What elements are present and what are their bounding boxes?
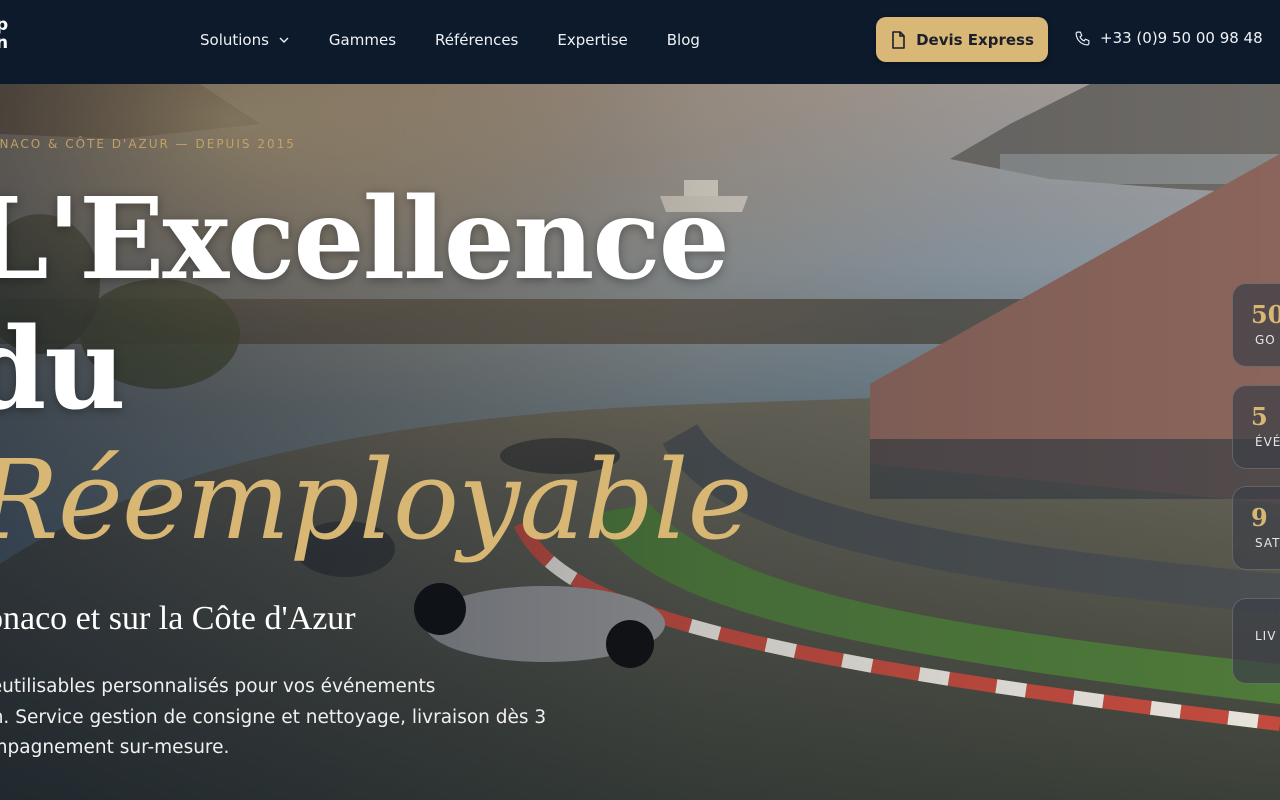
devis-express-button[interactable]: Devis Express: [876, 17, 1048, 62]
logo[interactable]: p n: [0, 16, 8, 52]
stat-card-4: LIV: [1232, 598, 1280, 684]
hero-section: ONACO & CÔTE D'AZUR — DEPUIS 2015 L'Exce…: [0, 84, 1280, 800]
nav-link-gammes[interactable]: Gammes: [329, 31, 396, 49]
hero-subtitle: onaco et sur la Côte d'Azur: [0, 600, 356, 637]
phone-link[interactable]: +33 (0)9 50 00 98 48: [1074, 29, 1263, 47]
phone-icon: [1075, 31, 1090, 45]
top-navigation: p n Solutions Gammes Références Expertis…: [0, 0, 1280, 84]
hero-title-line-1: L'Excellence: [0, 174, 730, 305]
hero-description: s réutilisables personnalisés pour vos é…: [0, 676, 547, 758]
hero-kicker: ONACO & CÔTE D'AZUR — DEPUIS 2015: [0, 137, 296, 151]
nav-link-blog[interactable]: Blog: [667, 31, 700, 49]
nav-link-solutions[interactable]: Solutions: [200, 31, 290, 49]
document-icon: [892, 30, 905, 49]
nav-links: Solutions Gammes Références Expertise Bl…: [200, 0, 739, 80]
stat-card-1: 50 GO: [1232, 283, 1280, 367]
chevron-down-icon: [279, 37, 289, 43]
stat-card-2: 5 ÉVÉ: [1232, 385, 1280, 469]
hero-title-line-2: du: [0, 304, 126, 435]
stat-card-3: 9 SATIS: [1232, 486, 1280, 570]
nav-link-expertise[interactable]: Expertise: [557, 31, 627, 49]
nav-link-references[interactable]: Références: [435, 31, 518, 49]
hero-title-line-3: Réemployable: [0, 436, 753, 564]
